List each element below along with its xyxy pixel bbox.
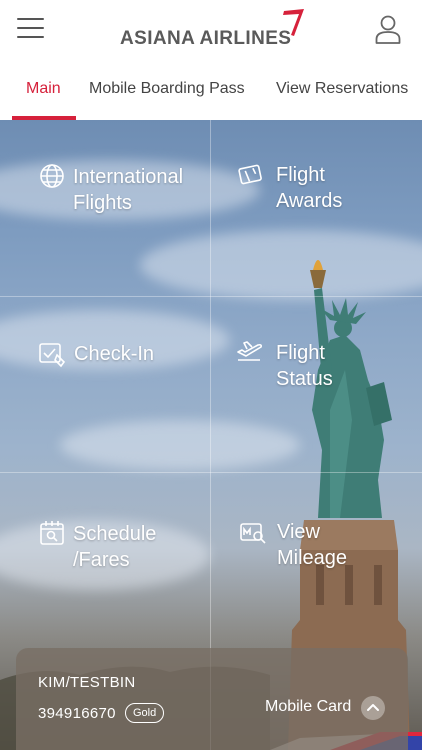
- tab-mobile-boarding-pass[interactable]: Mobile Boarding Pass: [89, 80, 245, 98]
- chevron-up-icon[interactable]: [361, 696, 385, 720]
- asiana-logo[interactable]: ASIANA AIRLINES: [120, 9, 305, 52]
- user-profile-icon[interactable]: [374, 14, 402, 44]
- mobile-card-label: Mobile Card: [265, 698, 352, 715]
- hamburger-menu-icon[interactable]: [17, 17, 44, 39]
- tile-label: View Mileage: [277, 521, 348, 569]
- tile-view-mileage[interactable]: View Mileage: [211, 473, 421, 649]
- logo-wing-icon: [283, 9, 304, 36]
- tab-main[interactable]: Main: [26, 80, 61, 98]
- tile-schedule-fares[interactable]: Schedule /Fares: [0, 473, 210, 649]
- tile-label: Flight Status: [276, 342, 333, 390]
- tile-label: International Flights: [73, 166, 184, 214]
- check-in-icon: [39, 343, 66, 368]
- logo-text: ASIANA AIRLINES: [120, 28, 292, 49]
- tile-check-in[interactable]: Check-In: [0, 297, 210, 473]
- globe-icon: [40, 164, 64, 188]
- mileage-icon: [240, 523, 266, 544]
- tile-international-flights[interactable]: International Flights: [0, 120, 210, 296]
- member-name: KIM/TESTBIN: [38, 674, 136, 691]
- tile-label: Flight Awards: [276, 164, 343, 212]
- calendar-icon: [40, 521, 64, 545]
- award-ticket-icon: [238, 164, 262, 185]
- tab-bar: Main Mobile Boarding Pass View Reservati…: [0, 62, 422, 120]
- tile-flight-status[interactable]: Flight Status: [211, 297, 421, 473]
- tile-label: Check-In: [74, 343, 155, 365]
- mobile-membership-card[interactable]: KIM/TESTBIN 394916670 Gold Mobile Card: [16, 648, 408, 750]
- tab-view-reservations[interactable]: View Reservations: [276, 80, 408, 98]
- tile-label: Schedule /Fares: [73, 523, 157, 571]
- plane-takeoff-icon: [237, 341, 262, 361]
- member-number: 394916670: [38, 705, 116, 722]
- tier-badge: Gold: [125, 703, 165, 723]
- app-header: ASIANA AIRLINES: [0, 0, 422, 62]
- tile-flight-awards[interactable]: Flight Awards: [211, 120, 421, 296]
